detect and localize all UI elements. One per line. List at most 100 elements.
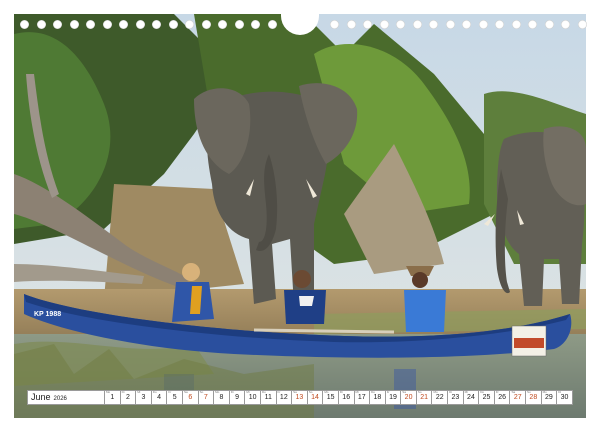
weekday-label: Di	[339, 390, 343, 394]
month-name: June	[31, 392, 51, 402]
day-number: 23	[451, 394, 460, 401]
weekday-label: Sa	[402, 390, 406, 394]
weekday-label: Mo	[324, 390, 329, 394]
day-cell: So 28	[526, 390, 542, 405]
day-cell: Mi 3	[136, 390, 152, 405]
binding-hole	[136, 20, 145, 29]
day-cell: Do 4	[151, 390, 168, 405]
day-cell: Do 11	[260, 390, 277, 405]
safari-photo: KP 1988	[14, 14, 586, 418]
year-label: 2026	[53, 396, 67, 402]
day-cell: Mi 10	[245, 390, 261, 405]
day-cell: Di 16	[338, 390, 355, 405]
day-cell: Mo 22	[432, 390, 449, 405]
binding-hole	[20, 20, 29, 29]
day-number: 21	[420, 394, 429, 401]
binding-hole	[413, 20, 422, 29]
day-cell: So 7	[198, 390, 215, 405]
day-cell: Di 9	[229, 390, 246, 405]
day-number: 7	[203, 394, 208, 401]
binding-hole	[185, 20, 194, 29]
day-cell: Mo 1	[105, 390, 121, 405]
weekday-label: Di	[230, 390, 234, 394]
weekday-label: Do	[152, 390, 157, 394]
weekday-label: Di	[558, 390, 562, 394]
weekday-label: Fr	[386, 390, 390, 394]
weekday-label: Fr	[277, 390, 281, 394]
photo-illustration: KP 1988	[14, 14, 586, 418]
weekday-label: Mi	[464, 390, 468, 394]
weekday-label: Do	[371, 390, 375, 394]
day-number: 29	[545, 394, 553, 401]
day-number: 3	[141, 394, 146, 401]
day-cell: Mi 17	[354, 390, 371, 405]
day-number: 16	[342, 394, 351, 401]
day-number: 10	[248, 394, 257, 401]
day-number: 11	[264, 394, 272, 401]
binding-hole	[268, 20, 277, 29]
binding-hole	[235, 20, 244, 29]
binding-hole	[218, 20, 227, 29]
day-number: 18	[373, 394, 382, 401]
weekday-label: Sa	[293, 390, 297, 394]
binding-hole	[347, 20, 356, 29]
weekday-label: Sa	[511, 390, 516, 394]
day-number: 1	[110, 394, 115, 401]
weekday-label: Mi	[355, 390, 359, 394]
day-cell: Fr 12	[276, 390, 293, 405]
weekday-label: Do	[480, 390, 485, 394]
day-cell: Do 25	[479, 390, 495, 405]
day-number: 25	[482, 394, 491, 401]
month-label: June 2026	[27, 390, 105, 405]
day-cell: Do 18	[370, 390, 386, 405]
day-cell: Mo 15	[323, 390, 339, 405]
day-number: 9	[235, 394, 239, 401]
day-number: 12	[279, 394, 288, 401]
day-number: 24	[467, 394, 475, 401]
binding-hole	[495, 20, 504, 29]
day-cell: Sa 27	[510, 390, 527, 405]
weekday-label: So	[199, 390, 204, 394]
day-cell: Mi 24	[463, 390, 480, 405]
day-number: 27	[513, 394, 522, 401]
weekday-label: So	[417, 390, 422, 394]
binding-hole	[363, 20, 372, 29]
day-number: 19	[389, 394, 397, 401]
weekday-label: So	[308, 390, 313, 394]
day-number: 15	[326, 394, 335, 401]
day-number: 14	[311, 394, 319, 401]
day-cell: Di 30	[557, 390, 573, 405]
day-number: 26	[498, 394, 507, 401]
binding-hole	[479, 20, 488, 29]
binding-hole	[53, 20, 62, 29]
day-number: 8	[219, 394, 224, 401]
weekday-label: Mo	[433, 390, 438, 394]
weekday-label: Di	[121, 390, 125, 394]
day-number: 20	[404, 394, 413, 401]
canoe-label: KP 1988	[34, 311, 61, 318]
binding-hole	[330, 20, 339, 29]
canoe-sticker-stripe	[514, 338, 544, 348]
day-cell: So 21	[416, 390, 433, 405]
binding-hole	[380, 20, 389, 29]
binding-hole	[578, 20, 587, 29]
binding-hole	[37, 20, 46, 29]
day-cell: Fr 19	[385, 390, 402, 405]
day-cell: Sa 20	[401, 390, 417, 405]
binding-hole	[202, 20, 211, 29]
weekday-label: Sa	[183, 390, 188, 394]
weekday-label: Mo	[542, 390, 547, 394]
day-cell: Fr 5	[167, 390, 183, 405]
day-cell: Sa 13	[292, 390, 308, 405]
day-number: 30	[560, 394, 569, 401]
day-number: 4	[157, 394, 162, 401]
binding-hole	[251, 20, 260, 29]
binding-hole	[561, 20, 570, 29]
weekday-label: Mi	[246, 390, 250, 394]
day-cell: Mo 8	[214, 390, 230, 405]
binding-hole	[545, 20, 554, 29]
day-number: 6	[188, 394, 193, 401]
weekday-label: Mo	[106, 390, 111, 394]
binding-hole	[119, 20, 128, 29]
binding-hole	[396, 20, 405, 29]
